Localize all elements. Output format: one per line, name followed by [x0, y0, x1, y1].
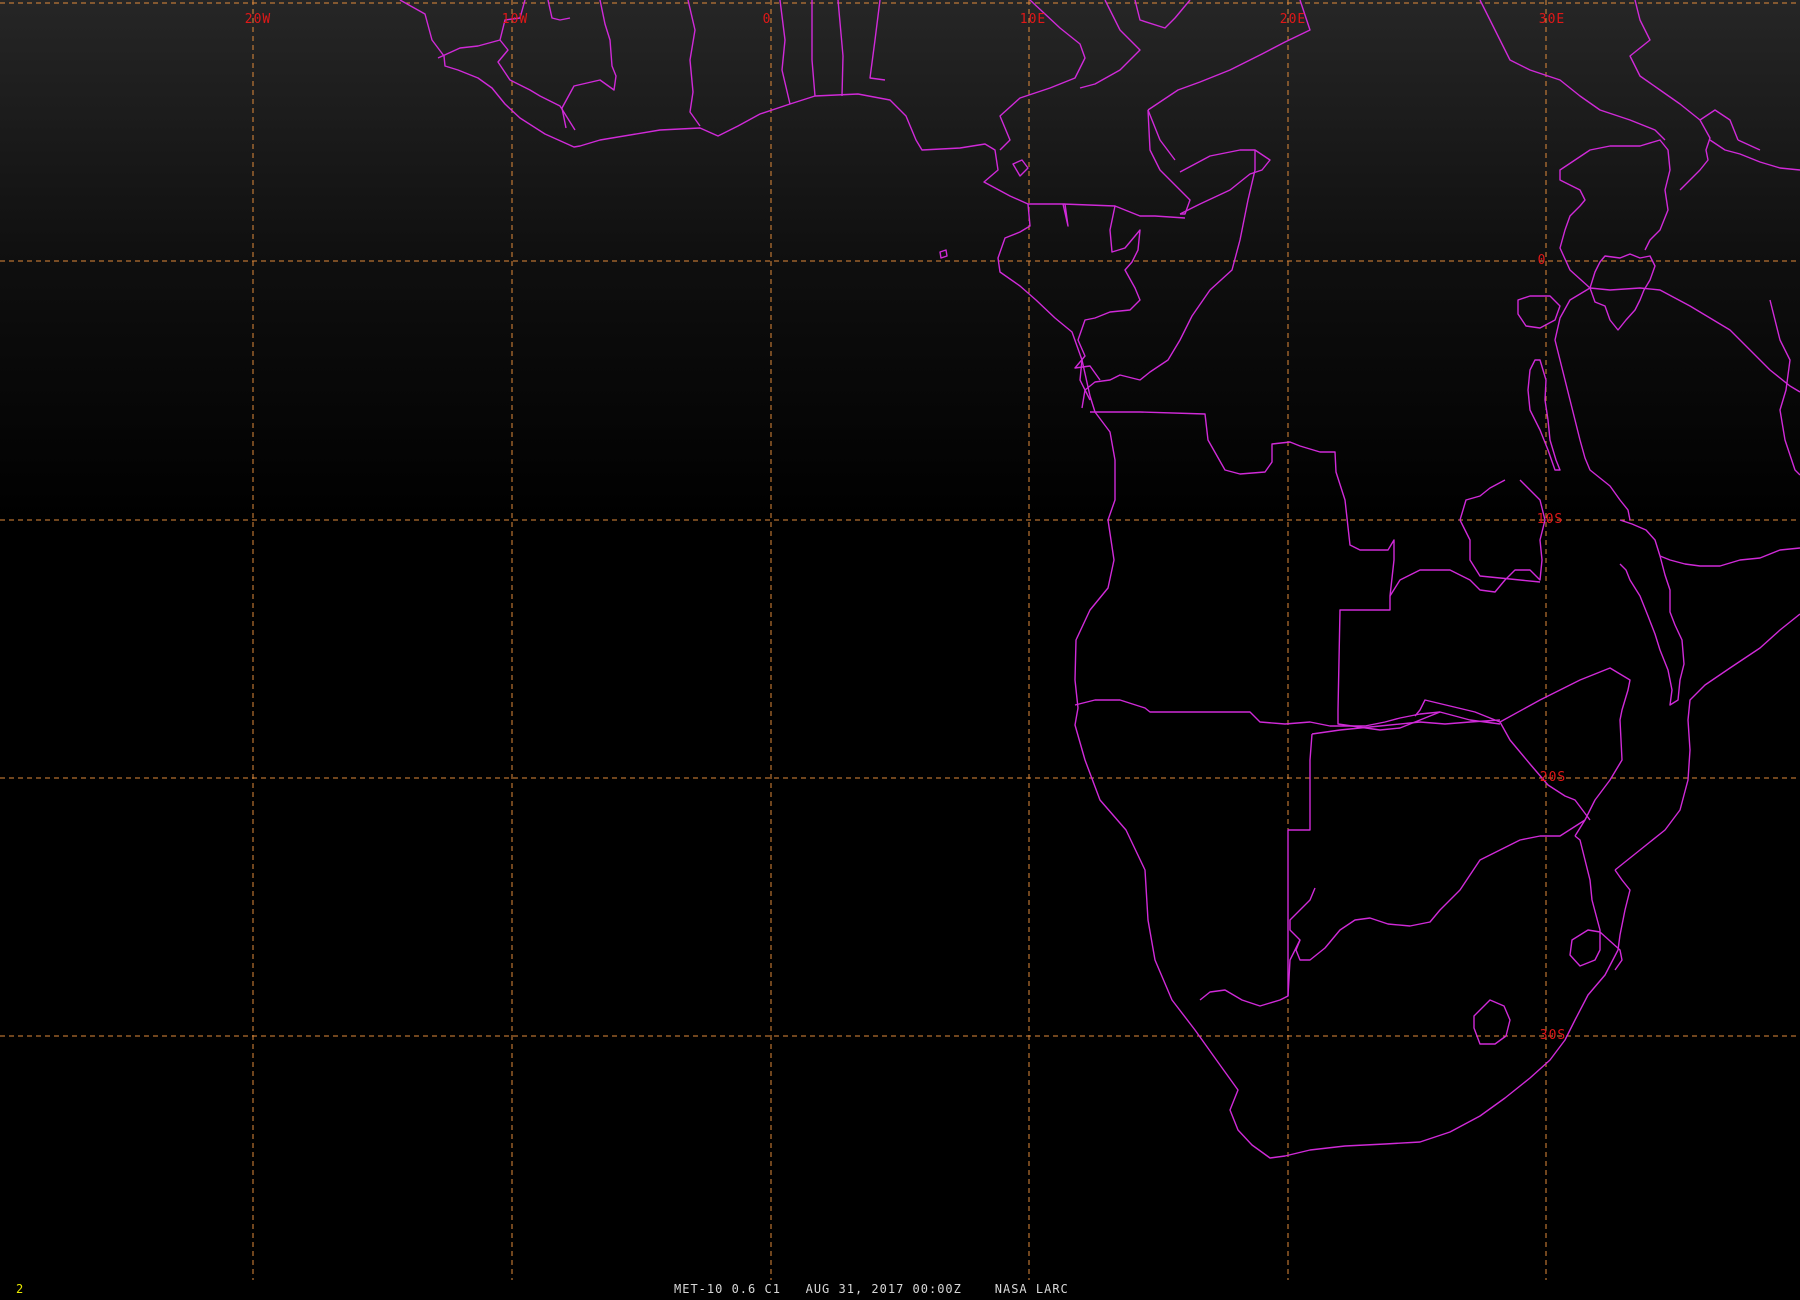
lon-label-20e: 20E [1280, 12, 1306, 27]
lon-label-10e: 10E [1020, 12, 1046, 27]
lon-label-20w: 20W [245, 12, 271, 27]
lat-label-10s: 10S [1537, 512, 1563, 527]
lon-label-30e: 30E [1539, 12, 1565, 27]
lon-label-10w: 10W [502, 12, 528, 27]
lon-label-0: 0 [763, 12, 772, 27]
status-bar: 2 MET-10 0.6 C1 AUG 31, 2017 00:00Z NASA… [0, 1280, 1800, 1300]
lat-label-0: 0 [1538, 253, 1547, 268]
lat-label-20s: 20S [1540, 770, 1566, 785]
product-label: MET-10 0.6 C1 AUG 31, 2017 00:00Z NASA L… [674, 1282, 1069, 1296]
satellite-map: 20W 10W 0 10E 20E 30E 0 10S 20S 30S [0, 0, 1800, 1280]
imagery-glow [0, 0, 1800, 520]
lat-label-30s: 30S [1540, 1028, 1566, 1043]
frame-number: 2 [16, 1282, 25, 1296]
